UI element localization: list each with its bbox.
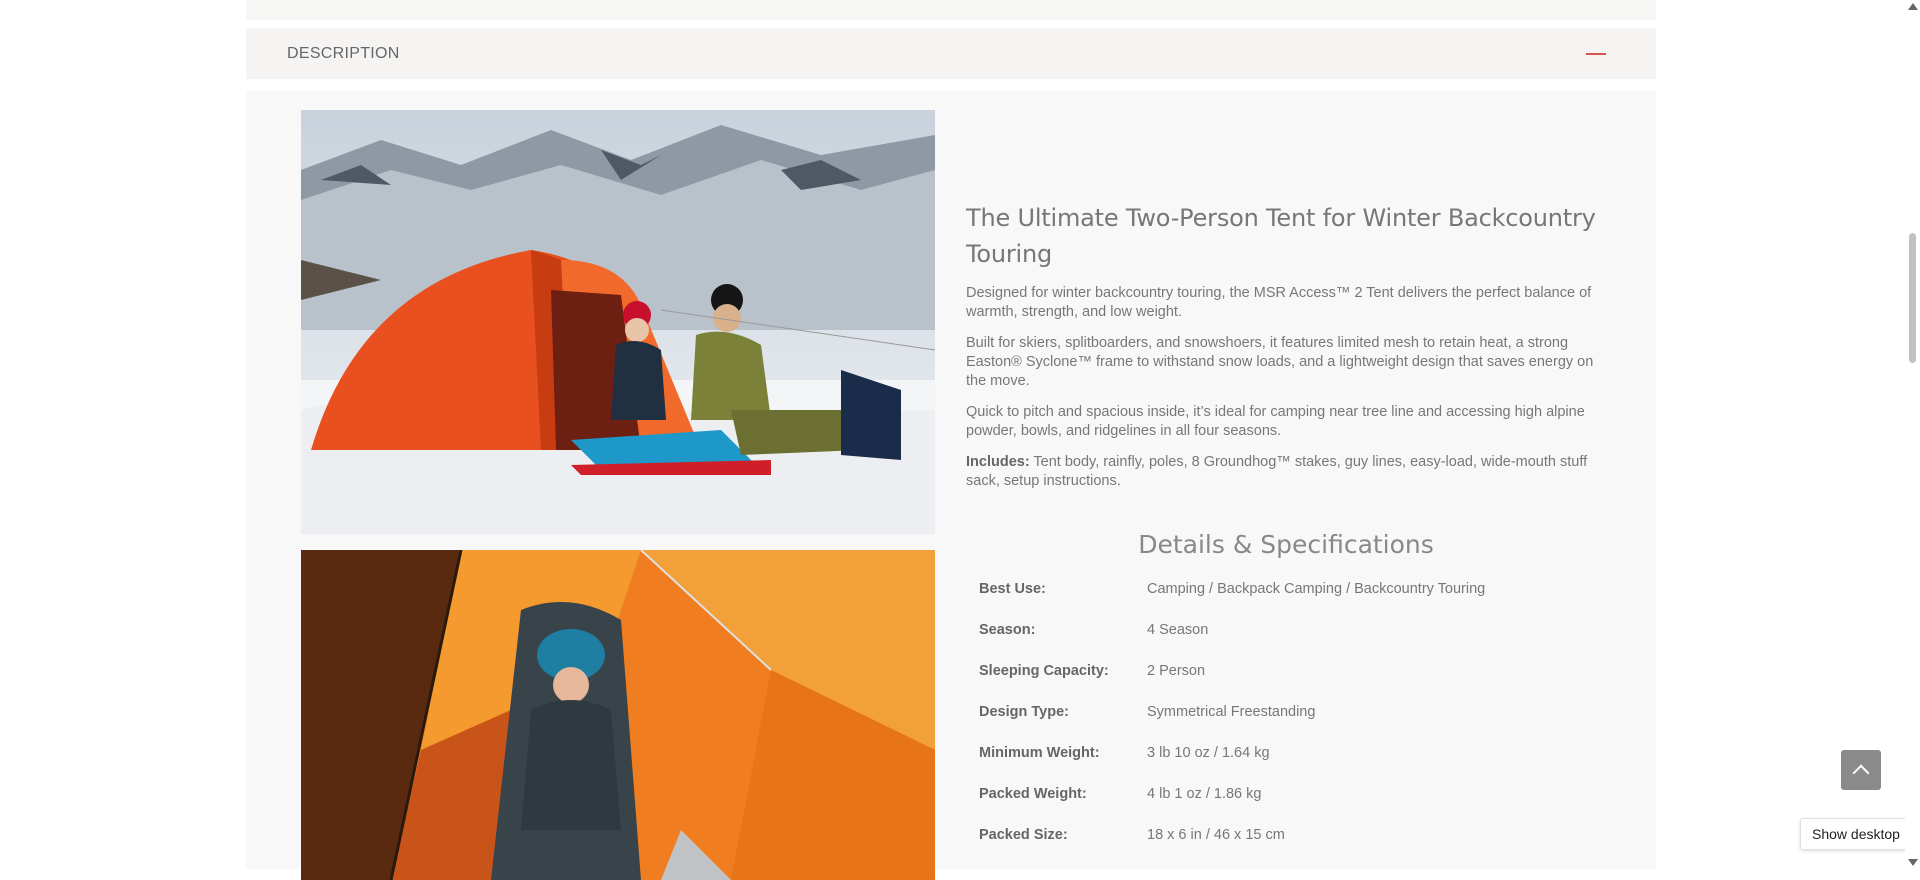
- minus-icon[interactable]: [1586, 53, 1606, 55]
- spec-row: Minimum Weight: 3 lb 10 oz / 1.64 kg: [979, 745, 1619, 786]
- spec-label: Best Use:: [979, 581, 1046, 597]
- spec-value: 18 x 6 in / 46 x 15 cm: [1147, 827, 1285, 843]
- tent-interior-photo: [301, 550, 935, 880]
- spec-label: Minimum Weight:: [979, 745, 1100, 761]
- show-desktop-tooltip: Show desktop: [1800, 818, 1912, 850]
- spec-value: 2 Person: [1147, 663, 1206, 679]
- specs-title: Details & Specifications: [1138, 530, 1434, 559]
- description-text: The Ultimate Two-Person Tent for Winter …: [966, 200, 1606, 503]
- accordion-title: DESCRIPTION: [287, 44, 400, 62]
- includes-text: Tent body, rainfly, poles, 8 Groundhog™ …: [966, 454, 1588, 489]
- spec-value: 3 lb 10 oz / 1.64 kg: [1147, 745, 1270, 761]
- page-scrollbar[interactable]: [1905, 0, 1920, 869]
- scroll-up-arrow-icon[interactable]: [1908, 3, 1918, 10]
- description-paragraph-2: Built for skiers, splitboarders, and sno…: [966, 335, 1594, 389]
- scrollbar-thumb[interactable]: [1909, 233, 1916, 363]
- spec-label: Season:: [979, 622, 1036, 638]
- spec-value: Camping / Backpack Camping / Backcountry…: [1147, 581, 1486, 597]
- spec-row: Packed Size: 18 x 6 in / 46 x 15 cm: [979, 827, 1619, 868]
- spec-value: 4 lb 1 oz / 1.86 kg: [1147, 786, 1262, 802]
- description-panel: The Ultimate Two-Person Tent for Winter …: [246, 90, 1656, 880]
- description-paragraph-3: Quick to pitch and spacious inside, it’s…: [966, 404, 1585, 439]
- description-accordion-header[interactable]: DESCRIPTION: [246, 28, 1656, 79]
- spec-value: 4 Season: [1147, 622, 1209, 638]
- chevron-up-icon: [1852, 764, 1870, 782]
- spec-label: Sleeping Capacity:: [979, 663, 1109, 679]
- specs-table: Best Use: Camping / Backpack Camping / B…: [979, 581, 1619, 868]
- spec-label: Packed Weight:: [979, 786, 1087, 802]
- spec-label: Design Type:: [979, 704, 1069, 720]
- spec-row: Packed Weight: 4 lb 1 oz / 1.86 kg: [979, 786, 1619, 827]
- back-to-top-button[interactable]: [1841, 750, 1881, 790]
- includes-label: Includes:: [966, 454, 1030, 470]
- includes-paragraph: Includes: Tent body, rainfly, poles, 8 G…: [966, 453, 1606, 491]
- tent-snow-photo: [301, 110, 935, 534]
- spec-row: Best Use: Camping / Backpack Camping / B…: [979, 581, 1619, 622]
- spec-row: Season: 4 Season: [979, 622, 1619, 663]
- previous-section-strip: [246, 0, 1656, 20]
- description-heading: The Ultimate Two-Person Tent for Winter …: [966, 204, 1596, 268]
- scroll-down-arrow-icon[interactable]: [1908, 859, 1918, 866]
- spec-value: Symmetrical Freestanding: [1147, 704, 1316, 720]
- spec-label: Packed Size:: [979, 827, 1068, 843]
- spec-row: Design Type: Symmetrical Freestanding: [979, 704, 1619, 745]
- description-paragraph-1: Designed for winter backcountry touring,…: [966, 285, 1592, 320]
- spec-row: Sleeping Capacity: 2 Person: [979, 663, 1619, 704]
